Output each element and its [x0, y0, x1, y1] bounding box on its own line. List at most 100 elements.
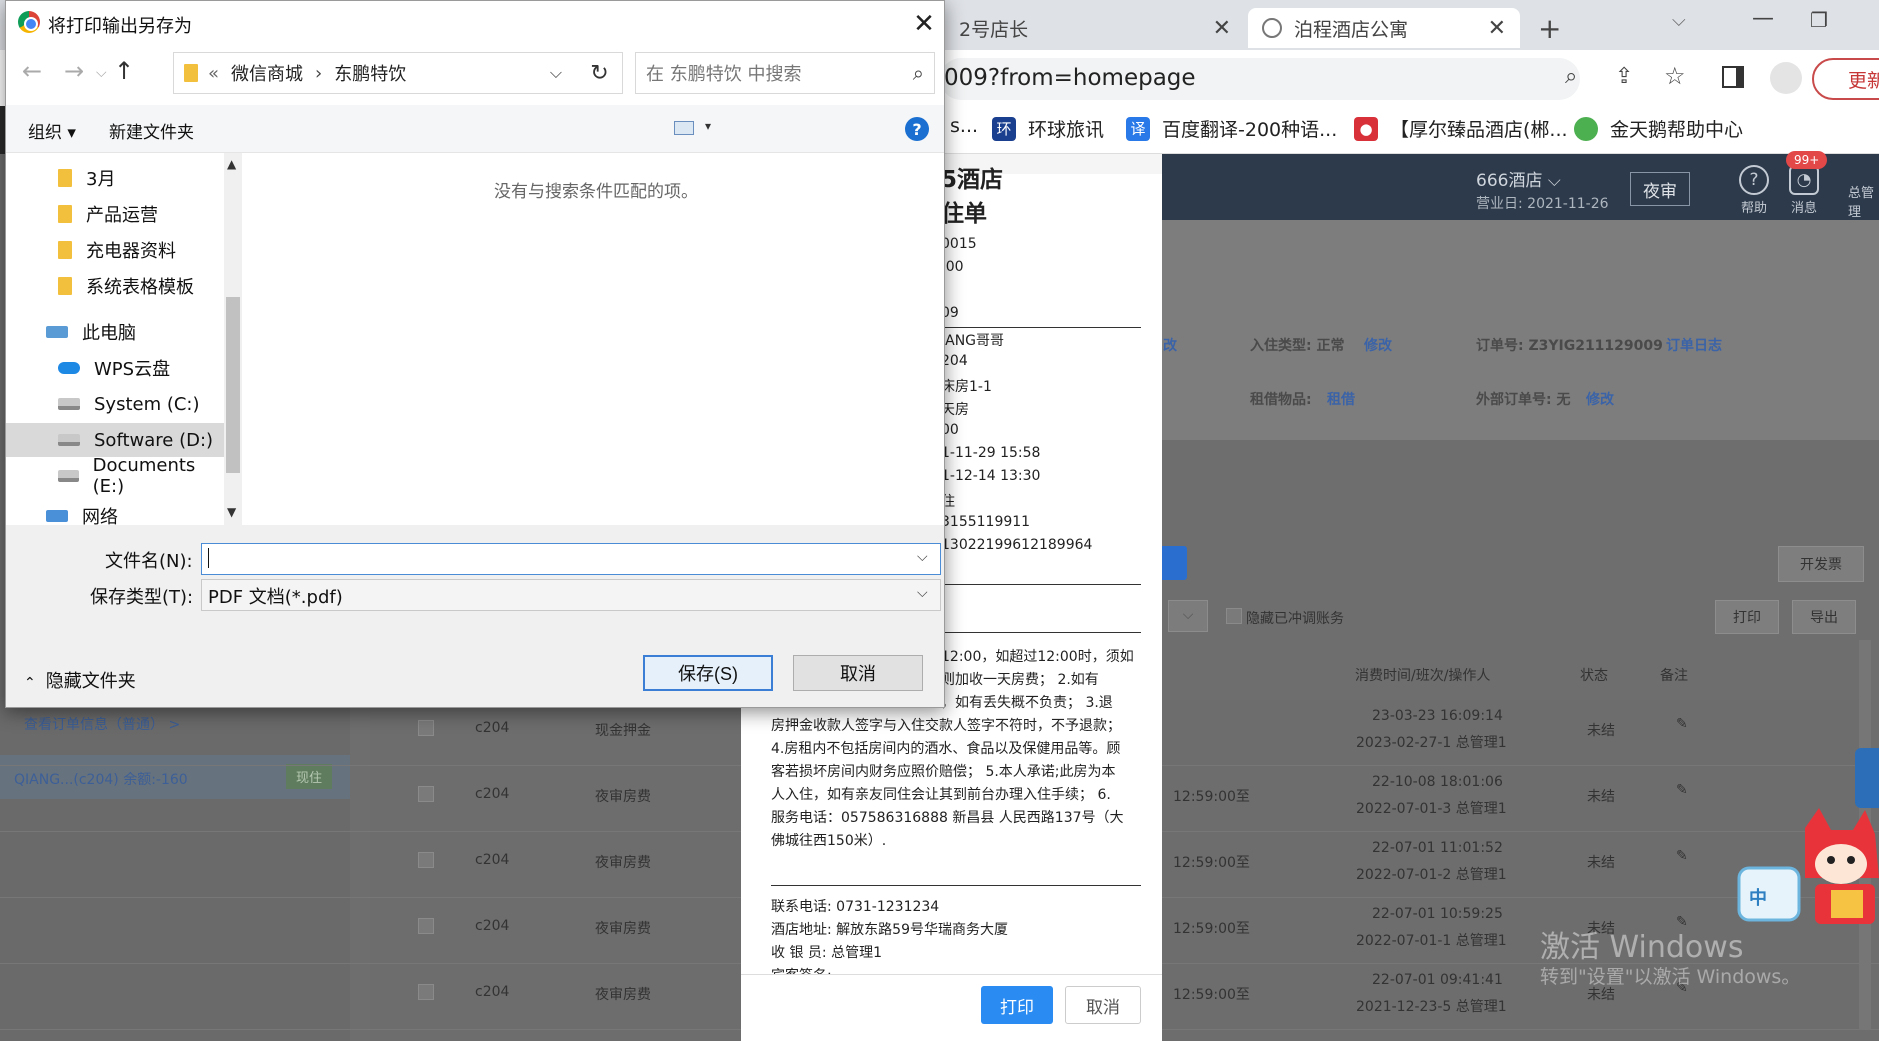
print-ledger-button[interactable]: 打印 [1715, 600, 1779, 634]
issue-invoice-button[interactable]: 开发票 [1778, 546, 1864, 582]
organize-menu[interactable]: 组织 ▾ [28, 118, 76, 143]
modify-checkin-link[interactable]: 修改 [1364, 335, 1392, 355]
messages-button[interactable]: ◔ 消息 [1782, 165, 1826, 216]
search-icon[interactable]: ⌕ [913, 61, 924, 85]
floating-side-tab[interactable] [1855, 748, 1879, 808]
receipt-footer-line: 酒店地址: 解放东路59号华瑞商务大厦 [771, 922, 1008, 938]
bookmark-item[interactable]: ● 【厚尔臻品酒店(郴... [1354, 115, 1568, 142]
nav-item[interactable]: 产品运营 [6, 197, 224, 231]
chevron-down-icon[interactable]: ⌵ [917, 549, 928, 565]
row-checkbox[interactable] [418, 786, 434, 802]
export-button[interactable]: 导出 [1792, 600, 1856, 634]
bookmark-item[interactable]: 金天鹅帮助中心 [1574, 115, 1743, 142]
scroll-down-icon[interactable]: ▼ [227, 505, 236, 519]
filename-input[interactable] [201, 543, 941, 575]
help-icon[interactable]: ? [905, 117, 929, 141]
row-checkbox[interactable] [418, 984, 434, 1000]
chevron-down-icon[interactable]: ⌵ [1672, 10, 1686, 31]
row-status: 未结 [1587, 855, 1615, 871]
nav-item[interactable]: 此电脑 [6, 315, 224, 349]
rent-link[interactable]: 租借 [1327, 389, 1355, 409]
nav-item[interactable]: Documents (E:) [6, 455, 224, 497]
chevron-down-icon[interactable]: ▾ [705, 119, 711, 133]
save-as-dialog: 将打印输出另存为 ✕ ← → ⌵ ↑ « 微信商城 › 东鹏特饮 ⌵ ↻ 在 东… [5, 0, 945, 708]
admin-menu[interactable]: 总管理 [1848, 182, 1879, 220]
filetype-select[interactable]: PDF 文档(*.pdf) [201, 579, 941, 611]
globe-icon [1262, 18, 1282, 38]
nav-item[interactable]: 网络 [6, 499, 224, 525]
sidebar-icon[interactable] [1722, 66, 1744, 88]
edit-remark-icon[interactable]: ✎ [1676, 782, 1688, 798]
share-icon[interactable]: ⇪ [1615, 64, 1633, 89]
chevron-down-icon[interactable]: ⌵ [1168, 600, 1208, 632]
nav-item[interactable]: WPS云盘 [6, 351, 224, 385]
help-button[interactable]: ? 帮助 [1732, 165, 1776, 216]
action-button[interactable] [1160, 546, 1187, 580]
fox-mascot-icon[interactable]: 中 [1735, 808, 1879, 936]
avatar[interactable] [1770, 62, 1802, 94]
nav-item[interactable]: 3月 [6, 161, 224, 195]
tab-store-manager[interactable]: 2号店长 ✕ [945, 8, 1245, 48]
hide-folders-toggle[interactable]: ⌃ 隐藏文件夹 [24, 667, 136, 693]
message-count-badge: 99+ [1786, 151, 1828, 169]
view-icon[interactable] [674, 121, 694, 135]
night-audit-button[interactable]: 夜审 [1630, 172, 1690, 206]
dialog-title: 将打印输出另存为 [48, 16, 192, 37]
row-checkbox[interactable] [418, 918, 434, 934]
shift-operator: 2021-12-23-5 总管理1 [1356, 999, 1507, 1015]
row-checkbox[interactable] [418, 720, 434, 736]
breadcrumb-item[interactable]: 微信商城 [231, 60, 303, 86]
restore-icon[interactable]: ❐ [1810, 8, 1828, 32]
address-bar[interactable]: 009?from=homepage [940, 58, 1580, 100]
hide-offset-checkbox[interactable] [1226, 608, 1242, 624]
up-arrow-icon[interactable]: ↑ [114, 57, 134, 85]
tab-hotel[interactable]: 泊程酒店公寓 ✕ [1248, 8, 1520, 48]
folder-path-bar[interactable]: « 微信商城 › 东鹏特饮 ⌵ [173, 52, 623, 94]
close-icon[interactable]: ✕ [908, 8, 940, 40]
preview-cancel-button[interactable]: 取消 [1065, 986, 1141, 1024]
chevron-down-icon[interactable]: ⌵ [550, 63, 562, 83]
hotel-switcher[interactable]: 666酒店 ⌵ [1476, 166, 1561, 191]
view-order-link[interactable]: 查看订单信息（普通） > [24, 714, 180, 734]
question-icon: ? [1739, 165, 1769, 195]
bookmark-item[interactable]: s... [950, 115, 978, 137]
breadcrumb-overflow[interactable]: « [208, 63, 219, 84]
drive-icon [58, 470, 79, 482]
update-button[interactable]: 更新 [1812, 58, 1879, 100]
nav-scroll-thumb[interactable] [226, 297, 240, 473]
back-arrow-icon[interactable]: ← [22, 57, 42, 85]
nav-item[interactable]: System (C:) [6, 387, 224, 421]
zoom-icon[interactable]: ⌕ [1565, 64, 1577, 89]
order-log-link[interactable]: 订单日志 [1666, 335, 1722, 355]
edit-remark-icon[interactable]: ✎ [1676, 716, 1688, 732]
new-folder-button[interactable]: 新建文件夹 [109, 118, 194, 143]
nav-item[interactable]: Software (D:) [6, 423, 224, 457]
row-checkbox[interactable] [418, 852, 434, 868]
close-icon[interactable]: ✕ [1488, 16, 1506, 41]
nav-item[interactable]: 系统表格模板 [6, 269, 224, 303]
star-icon[interactable]: ☆ [1664, 62, 1686, 90]
receipt-line: 床房1-1 [941, 379, 992, 395]
edit-remark-icon[interactable]: ✎ [1676, 848, 1688, 864]
refresh-icon[interactable]: ↻ [577, 52, 623, 94]
modify-link-fragment[interactable]: 改 [1163, 335, 1177, 355]
bookmark-item[interactable]: 环环球旅讯 [992, 115, 1104, 142]
file-list[interactable] [243, 153, 943, 525]
minimize-icon[interactable]: — [1752, 6, 1774, 31]
scroll-up-icon[interactable]: ▲ [227, 157, 236, 171]
charge-type: 夜审房费 [595, 855, 651, 871]
bookmark-item[interactable]: 译百度翻译-200种语... [1126, 115, 1337, 142]
nav-item[interactable]: 充电器资料 [6, 233, 224, 267]
save-button[interactable]: 保存(S) [643, 655, 773, 691]
forward-arrow-icon[interactable]: → [64, 57, 84, 85]
close-icon[interactable]: ✕ [1213, 16, 1231, 41]
print-button[interactable]: 打印 [981, 986, 1053, 1024]
search-input[interactable]: 在 东鹏特饮 中搜索 ⌕ [635, 52, 935, 94]
new-tab-icon[interactable]: + [1538, 12, 1561, 45]
leaf-icon [1574, 116, 1598, 141]
modify-external-link[interactable]: 修改 [1586, 389, 1614, 409]
cancel-button[interactable]: 取消 [793, 655, 923, 691]
breadcrumb-item[interactable]: 东鹏特饮 [334, 60, 406, 86]
recent-dropdown-icon[interactable]: ⌵ [96, 65, 107, 81]
chevron-down-icon[interactable]: ⌵ [917, 585, 928, 601]
